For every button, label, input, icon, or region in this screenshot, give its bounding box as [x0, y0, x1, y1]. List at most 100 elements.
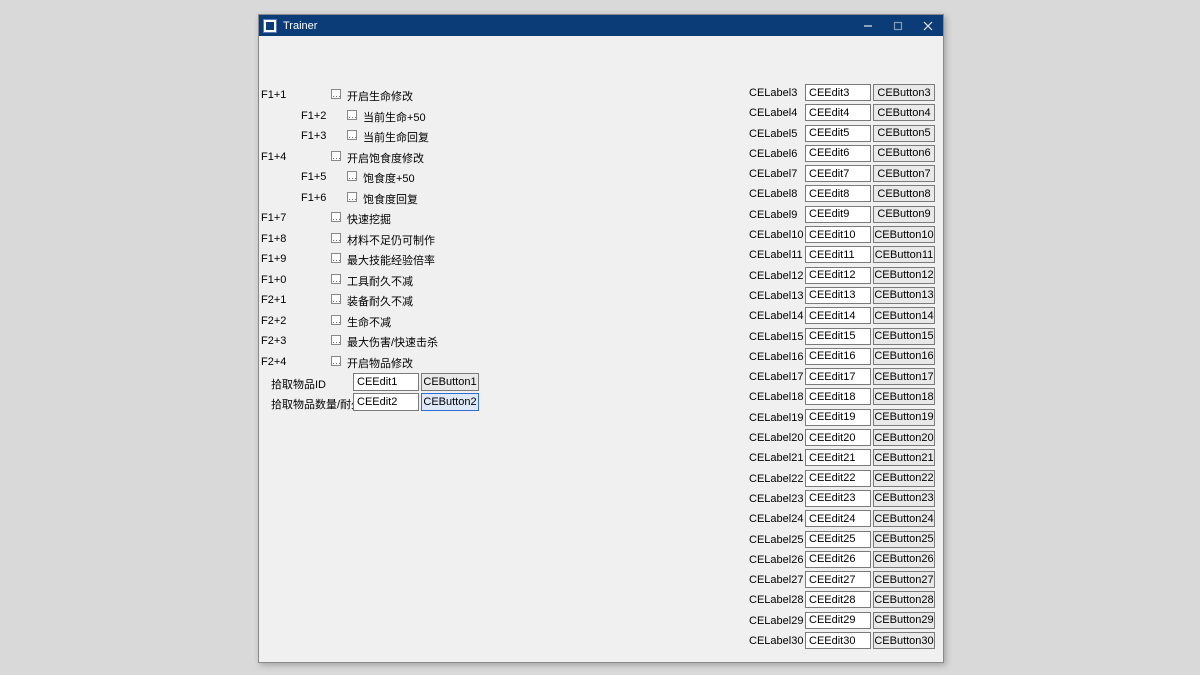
ce-row: CELabel11CEButton11	[749, 246, 939, 266]
hotkey-toggle[interactable]	[331, 274, 341, 284]
hotkey-toggle[interactable]	[331, 253, 341, 263]
ce-edit-input[interactable]	[805, 551, 871, 568]
ce-edit-input[interactable]	[805, 104, 871, 121]
maximize-button[interactable]	[883, 15, 913, 36]
titlebar[interactable]: Trainer	[259, 15, 943, 36]
ce-button[interactable]: CEButton3	[873, 84, 935, 101]
ce-edit-input[interactable]	[805, 226, 871, 243]
ce-label: CELabel15	[749, 331, 803, 343]
ce-button[interactable]: CEButton26	[873, 551, 935, 568]
ce-button[interactable]: CEButton10	[873, 226, 935, 243]
ce-edit-input[interactable]	[805, 246, 871, 263]
ce-button[interactable]: CEButton20	[873, 429, 935, 446]
hotkey-toggle[interactable]	[347, 171, 357, 181]
ce-edit-input[interactable]	[805, 449, 871, 466]
edit-input[interactable]	[353, 393, 419, 411]
ce-button[interactable]: CEButton22	[873, 470, 935, 487]
ce-button[interactable]: CEButton24	[873, 510, 935, 527]
ce-button[interactable]: CEButton30	[873, 632, 935, 649]
ce-edit-input[interactable]	[805, 591, 871, 608]
ce-edit-input[interactable]	[805, 510, 871, 527]
ce-edit-input[interactable]	[805, 348, 871, 365]
ce-edit-input[interactable]	[805, 429, 871, 446]
ce-edit-input[interactable]	[805, 84, 871, 101]
ce-button[interactable]: CEButton5	[873, 125, 935, 142]
edit-row: 拾取物品数量/耐久CEButton2	[261, 393, 621, 413]
ce-button[interactable]: CEButton16	[873, 348, 935, 365]
hotkey-toggle[interactable]	[347, 130, 357, 140]
ce-button[interactable]: CEButton15	[873, 328, 935, 345]
ce-button[interactable]: CEButton6	[873, 145, 935, 162]
hotkey-label: F1+2	[301, 110, 326, 122]
ce-edit-input[interactable]	[805, 612, 871, 629]
ce-edit-input[interactable]	[805, 145, 871, 162]
ce-edit-input[interactable]	[805, 206, 871, 223]
hotkey-toggle[interactable]	[347, 110, 357, 120]
ce-button[interactable]: CEButton8	[873, 185, 935, 202]
ce-row: CELabel24CEButton24	[749, 510, 939, 530]
ce-edit-input[interactable]	[805, 470, 871, 487]
ce-edit-input[interactable]	[805, 165, 871, 182]
ce-label: CELabel13	[749, 290, 803, 302]
ce-button[interactable]: CEButton4	[873, 104, 935, 121]
ce-button[interactable]: CEButton12	[873, 267, 935, 284]
hotkey-row: F1+3当前生命回复	[261, 127, 621, 148]
ce-row: CELabel22CEButton22	[749, 470, 939, 490]
hotkey-toggle[interactable]	[331, 315, 341, 325]
ce-edit-input[interactable]	[805, 490, 871, 507]
hotkey-label: F2+2	[261, 315, 286, 327]
ce-edit-input[interactable]	[805, 287, 871, 304]
ce-button[interactable]: CEButton11	[873, 246, 935, 263]
ce-button[interactable]: CEButton13	[873, 287, 935, 304]
hotkey-row: F2+3最大伤害/快速击杀	[261, 332, 621, 353]
ce-button[interactable]: CEButton25	[873, 531, 935, 548]
edit-button[interactable]: CEButton1	[421, 373, 479, 391]
hotkey-toggle[interactable]	[331, 151, 341, 161]
hotkey-label: F2+1	[261, 294, 286, 306]
ce-panel: CELabel3CEButton3CELabel4CEButton4CELabe…	[749, 84, 939, 652]
ce-edit-input[interactable]	[805, 267, 871, 284]
hotkey-toggle[interactable]	[331, 294, 341, 304]
ce-button[interactable]: CEButton27	[873, 571, 935, 588]
hotkey-description: 材料不足仍可制作	[347, 232, 435, 248]
close-button[interactable]	[913, 15, 943, 36]
hotkey-toggle[interactable]	[331, 335, 341, 345]
client-area: F1+1开启生命修改F1+2当前生命+50F1+3当前生命回复F1+4开启饱食度…	[259, 36, 943, 662]
hotkey-description: 最大伤害/快速击杀	[347, 334, 438, 350]
hotkey-toggle[interactable]	[347, 192, 357, 202]
ce-edit-input[interactable]	[805, 307, 871, 324]
ce-button[interactable]: CEButton14	[873, 307, 935, 324]
ce-edit-input[interactable]	[805, 632, 871, 649]
ce-button[interactable]: CEButton17	[873, 368, 935, 385]
ce-label: CELabel21	[749, 452, 803, 464]
edit-button[interactable]: CEButton2	[421, 393, 479, 411]
ce-edit-input[interactable]	[805, 328, 871, 345]
ce-edit-input[interactable]	[805, 571, 871, 588]
hotkey-description: 开启生命修改	[347, 88, 413, 104]
hotkey-toggle[interactable]	[331, 89, 341, 99]
ce-edit-input[interactable]	[805, 388, 871, 405]
ce-button[interactable]: CEButton9	[873, 206, 935, 223]
ce-button[interactable]: CEButton21	[873, 449, 935, 466]
hotkey-row: F1+7快速挖掘	[261, 209, 621, 230]
minimize-button[interactable]	[853, 15, 883, 36]
ce-row: CELabel27 CEButton27	[749, 571, 939, 591]
ce-edit-input[interactable]	[805, 185, 871, 202]
ce-button[interactable]: CEButton23	[873, 490, 935, 507]
hotkey-label: F2+4	[261, 356, 286, 368]
ce-label: CELabel27	[749, 574, 803, 586]
hotkey-toggle[interactable]	[331, 212, 341, 222]
ce-edit-input[interactable]	[805, 409, 871, 426]
ce-button[interactable]: CEButton7	[873, 165, 935, 182]
edit-input[interactable]	[353, 373, 419, 391]
ce-button[interactable]: CEButton29	[873, 612, 935, 629]
ce-edit-input[interactable]	[805, 368, 871, 385]
ce-button[interactable]: CEButton28	[873, 591, 935, 608]
hotkey-toggle[interactable]	[331, 233, 341, 243]
hotkey-toggle[interactable]	[331, 356, 341, 366]
ce-button[interactable]: CEButton18	[873, 388, 935, 405]
ce-edit-input[interactable]	[805, 125, 871, 142]
ce-label: CELabel9	[749, 209, 797, 221]
ce-button[interactable]: CEButton19	[873, 409, 935, 426]
ce-edit-input[interactable]	[805, 531, 871, 548]
